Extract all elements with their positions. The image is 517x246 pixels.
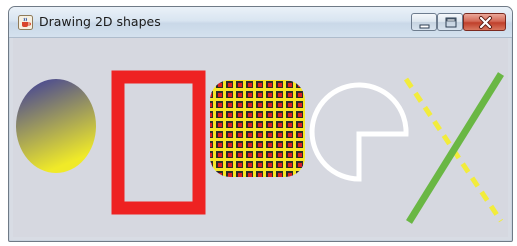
app-window: Drawing 2D shapes — [8, 6, 513, 242]
minimize-icon — [419, 24, 430, 29]
java-cup-icon[interactable] — [18, 15, 33, 30]
window-title: Drawing 2D shapes — [39, 14, 161, 29]
title-bar[interactable]: Drawing 2D shapes — [9, 7, 512, 38]
maximize-icon — [445, 17, 457, 28]
maximize-button[interactable] — [437, 13, 463, 31]
white-arc-pie — [309, 82, 409, 182]
gradient-oval — [16, 79, 96, 173]
close-button[interactable] — [463, 13, 506, 31]
close-icon — [479, 16, 492, 29]
drawing-area — [13, 38, 508, 237]
textured-rounded-rectangle — [210, 80, 305, 177]
red-rectangle — [111, 70, 206, 215]
minimize-button[interactable] — [411, 13, 437, 31]
shapes-canvas — [16, 70, 504, 224]
